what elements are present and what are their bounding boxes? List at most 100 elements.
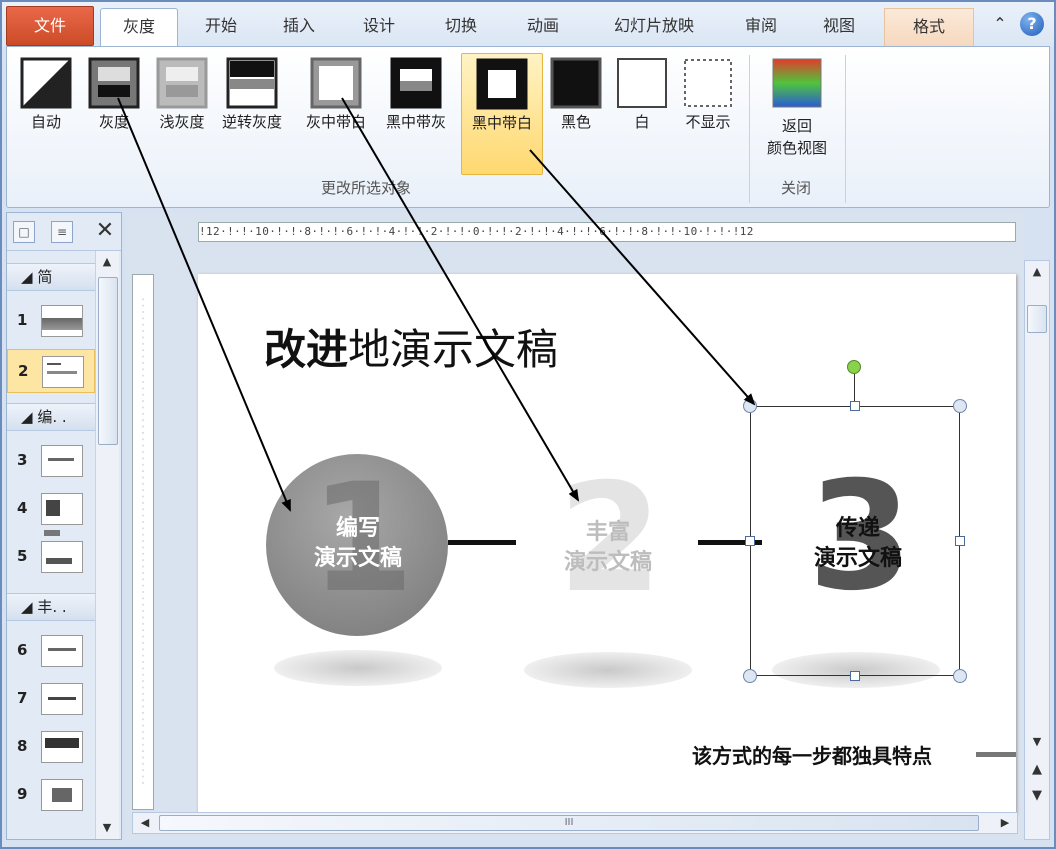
tab-view[interactable]: 视图	[804, 8, 874, 47]
white-label: 白	[634, 113, 650, 131]
resize-handle-top[interactable]	[850, 401, 860, 411]
white-button[interactable]: 白	[605, 53, 679, 173]
scroll-down-icon[interactable]: ▼	[97, 819, 117, 837]
resize-handle-right[interactable]	[955, 536, 965, 546]
slide-footer-text[interactable]: 该方式的每一步都独具特点	[692, 740, 932, 769]
section-header[interactable]: ◢ 简	[7, 263, 95, 291]
slide-thumb-image	[41, 493, 83, 536]
return-to-color-view-button[interactable]: 返回 颜色视图	[755, 53, 839, 173]
gray-with-white-label: 灰中带白	[305, 113, 366, 131]
slide-thumb-image	[41, 731, 83, 763]
horizontal-scrollbar[interactable]: ◀ III ▶	[132, 812, 1018, 834]
return-label: 返回 颜色视图	[755, 115, 839, 159]
vertical-scrollbar[interactable]: ▲ ▼ ▲ ▼	[1024, 260, 1050, 840]
section-header[interactable]: ◢ 编. .	[7, 403, 95, 431]
resize-handle-bottom-left[interactable]	[743, 669, 757, 683]
minimize-ribbon-icon[interactable]: ⌃	[988, 12, 1012, 36]
slide-thumbnail[interactable]: 8	[7, 725, 95, 769]
dont-show-label: 不显示	[685, 113, 731, 131]
slides-tab-icon[interactable]: □	[13, 221, 35, 243]
auto-button[interactable]: 自动	[9, 53, 83, 173]
return-label-line1: 返回	[781, 117, 812, 135]
section-label: 丰. .	[37, 598, 67, 616]
slide-thumb-image	[41, 635, 83, 667]
help-icon[interactable]: ?	[1020, 12, 1044, 36]
slides-panel-scrollbar[interactable]: ▲ ▼	[95, 251, 119, 839]
light-grayscale-label: 浅灰度	[159, 113, 205, 131]
slide-thumbnail-selected[interactable]: 2	[7, 349, 95, 393]
section-label: 编. .	[37, 408, 67, 426]
section-header[interactable]: ◢ 丰. .	[7, 593, 95, 621]
slides-panel: □ ≡ ✕ ◢ 简 1 2 ◢ 编. . 3 4 5 ◢ 丰. . 6 7 8 …	[6, 212, 122, 840]
black-with-gray-button[interactable]: 黑中带灰	[379, 53, 453, 173]
color-view-icon	[772, 58, 822, 108]
resize-handle-top-right[interactable]	[953, 399, 967, 413]
tab-slideshow[interactable]: 幻灯片放映	[594, 8, 714, 47]
slide-number: 5	[17, 547, 28, 565]
grayscale-button[interactable]: 灰度	[77, 53, 151, 173]
return-label-line2: 颜色视图	[766, 139, 827, 157]
resize-handle-left[interactable]	[745, 536, 755, 546]
scroll-up-icon[interactable]: ▲	[97, 253, 117, 271]
rotation-handle[interactable]	[847, 360, 861, 374]
slide-thumbnail[interactable]: 4	[7, 487, 95, 536]
tab-design[interactable]: 设计	[344, 8, 414, 47]
resize-handle-top-left[interactable]	[743, 399, 757, 413]
slide-thumb-image	[41, 779, 83, 811]
close-group-label: 关闭	[781, 179, 812, 197]
selection-box[interactable]	[750, 406, 960, 676]
scroll-right-icon[interactable]: ▶	[995, 814, 1015, 832]
slide-thumbnail[interactable]: 9	[7, 773, 95, 817]
slide-thumbnail[interactable]: 7	[7, 677, 95, 721]
black-label: 黑色	[560, 113, 591, 131]
slides-panel-header: □ ≡ ✕	[7, 213, 121, 251]
slide-title[interactable]: 改进地演示文稿	[264, 316, 558, 377]
auto-icon	[20, 57, 72, 109]
tab-file[interactable]: 文件	[6, 6, 94, 46]
step2-line1: 丰富	[585, 520, 630, 545]
black-with-white-button[interactable]: 黑中带白	[461, 53, 543, 175]
scroll-left-icon[interactable]: ◀	[135, 814, 155, 832]
next-slide-icon[interactable]: ▼	[1027, 787, 1047, 805]
slide-thumbnail[interactable]: 1	[7, 299, 95, 343]
light-grayscale-button[interactable]: 浅灰度	[145, 53, 219, 173]
tab-format[interactable]: 格式	[884, 8, 974, 47]
tab-transitions[interactable]: 切换	[426, 8, 496, 47]
black-with-white-icon	[476, 58, 528, 110]
close-panel-icon[interactable]: ✕	[93, 217, 117, 245]
black-with-gray-label: 黑中带灰	[385, 113, 446, 131]
tab-review[interactable]: 审阅	[726, 8, 796, 47]
outline-tab-icon[interactable]: ≡	[51, 221, 73, 243]
slide-thumbnail[interactable]: 3	[7, 439, 95, 483]
auto-label: 自动	[30, 113, 61, 131]
resize-handle-bottom-right[interactable]	[953, 669, 967, 683]
gray-with-white-button[interactable]: 灰中带白	[299, 53, 373, 173]
resize-handle-bottom[interactable]	[850, 671, 860, 681]
slide-thumbnail[interactable]: 6	[7, 629, 95, 673]
slide-thumb-image	[41, 445, 83, 477]
black-button[interactable]: 黑色	[539, 53, 613, 173]
tab-home[interactable]: 开始	[186, 8, 256, 47]
inverse-grayscale-button[interactable]: 逆转灰度	[215, 53, 289, 173]
scroll-thumb[interactable]: III	[159, 815, 979, 831]
scroll-down-icon[interactable]: ▼	[1027, 733, 1047, 751]
slide-number: 6	[17, 641, 28, 659]
tab-animations[interactable]: 动画	[508, 8, 578, 47]
scroll-thumb[interactable]	[98, 277, 118, 445]
previous-slide-icon[interactable]: ▲	[1027, 761, 1047, 779]
dont-show-icon	[684, 59, 732, 107]
slide-thumbnail[interactable]: 5	[7, 535, 95, 579]
connector-line	[448, 540, 516, 545]
vertical-ruler	[132, 274, 154, 810]
collapse-icon: ◢	[21, 598, 38, 616]
black-with-gray-icon	[390, 57, 442, 109]
tab-grayscale[interactable]: 灰度	[100, 8, 178, 47]
slide-thumb-image	[41, 305, 83, 337]
slide-title-bold: 改进	[264, 325, 349, 374]
footer-bar	[976, 752, 1016, 757]
scroll-thumb[interactable]	[1027, 305, 1047, 333]
slide-number: 1	[17, 311, 28, 329]
tab-insert[interactable]: 插入	[264, 8, 334, 47]
scroll-up-icon[interactable]: ▲	[1027, 263, 1047, 281]
dont-show-button[interactable]: 不显示	[671, 53, 745, 173]
